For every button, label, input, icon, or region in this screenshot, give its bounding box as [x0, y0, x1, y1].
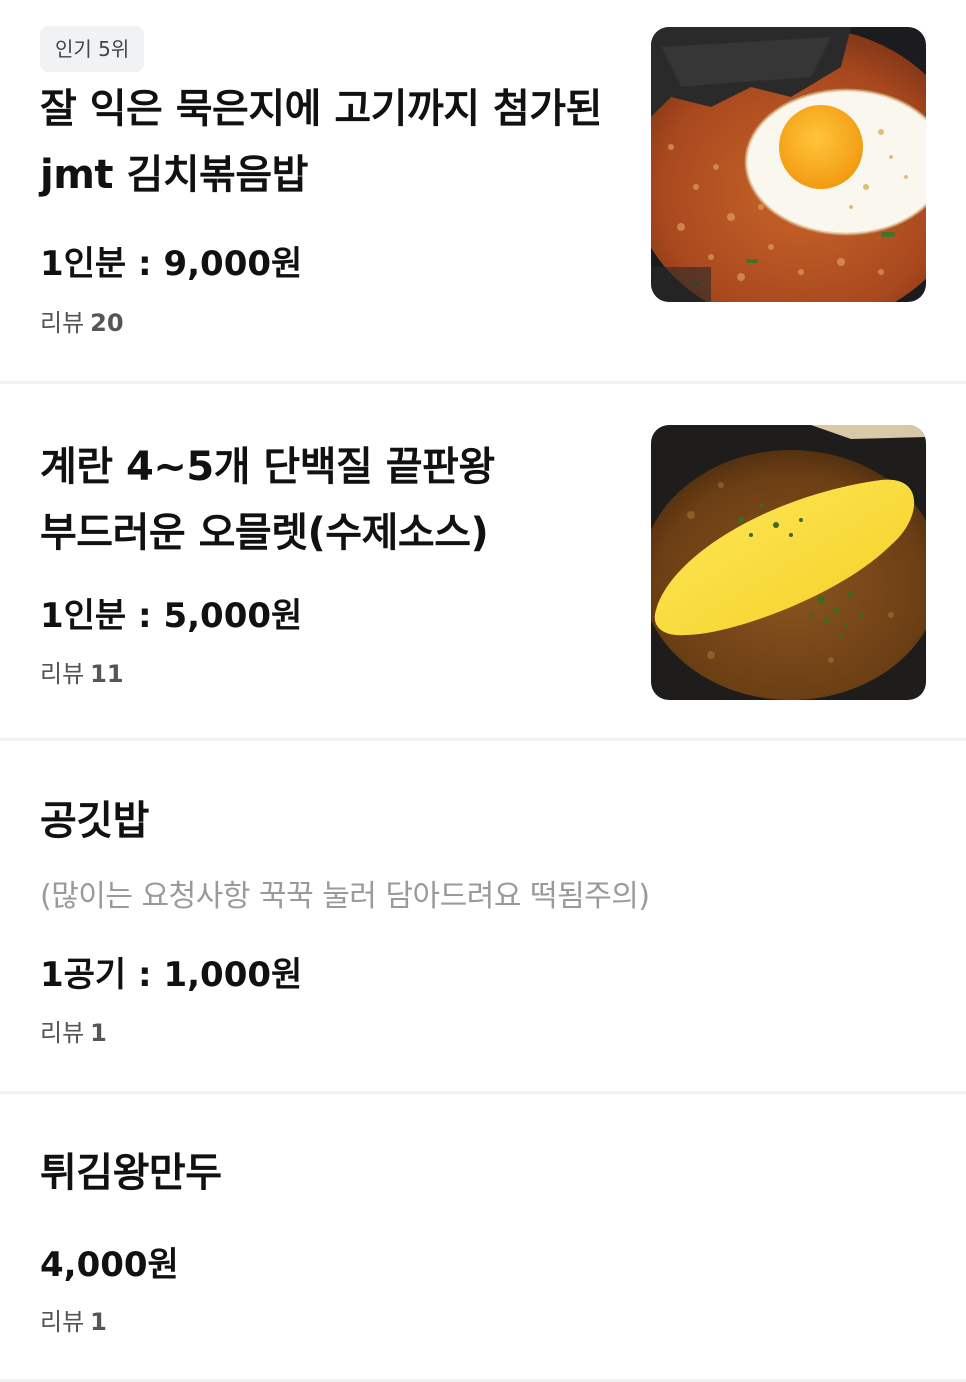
title-line-1: 공깃밥 — [40, 798, 149, 844]
omelette-curry-photo[interactable] — [651, 425, 926, 700]
popularity-badge: 인기 5위 — [40, 26, 145, 72]
menu-item-fried-dumpling[interactable]: 튀김왕만두 4,000원 리뷰 1 — [0, 1094, 966, 1382]
review-number: 1 — [90, 1019, 107, 1047]
review-count: 리뷰 1 — [40, 1013, 107, 1048]
menu-item-price: 1공기 : 1,000원 — [40, 955, 303, 995]
menu-item-kimchi-fried-rice[interactable]: 인기 5위 잘 익은 묵은지에 고기까지 첨가된 jmt 김치볶음밥 1인분 :… — [0, 0, 966, 384]
review-number: 20 — [90, 309, 124, 337]
title-line-2: jmt 김치볶음밥 — [40, 152, 308, 198]
review-number: 11 — [90, 660, 124, 688]
title-line-1: 계란 4~5개 단백질 끝판왕 — [40, 444, 495, 490]
title-line-2: 부드러운 오믈렛(수제소스) — [40, 510, 489, 556]
menu-item-description: (많이는 요청사항 꾹꾹 눌러 담아드려요 떡됨주의) — [40, 879, 650, 914]
menu-item-price: 4,000원 — [40, 1245, 179, 1285]
title-line-1: 튀김왕만두 — [40, 1150, 222, 1196]
review-label: 리뷰 — [40, 660, 85, 688]
review-label: 리뷰 — [40, 1308, 85, 1336]
review-count: 리뷰 20 — [40, 303, 124, 338]
menu-item-price: 1인분 : 5,000원 — [40, 596, 303, 636]
review-count: 리뷰 11 — [40, 654, 124, 689]
menu-item-title: 공깃밥 — [40, 788, 149, 854]
menu-item-title: 잘 익은 묵은지에 고기까지 첨가된 jmt 김치볶음밥 — [40, 76, 602, 208]
review-number: 1 — [90, 1308, 107, 1336]
menu-item-title: 계란 4~5개 단백질 끝판왕 부드러운 오믈렛(수제소스) — [40, 434, 495, 566]
title-line-1: 잘 익은 묵은지에 고기까지 첨가된 — [40, 86, 602, 132]
menu-item-price: 1인분 : 9,000원 — [40, 244, 303, 284]
review-label: 리뷰 — [40, 309, 85, 337]
menu-item-rice-bowl[interactable]: 공깃밥 (많이는 요청사항 꾹꾹 눌러 담아드려요 떡됨주의) 1공기 : 1,… — [0, 741, 966, 1094]
review-count: 리뷰 1 — [40, 1302, 107, 1337]
review-label: 리뷰 — [40, 1019, 85, 1047]
menu-item-title: 튀김왕만두 — [40, 1140, 222, 1206]
menu-item-omelette[interactable]: 계란 4~5개 단백질 끝판왕 부드러운 오믈렛(수제소스) 1인분 : 5,0… — [0, 384, 966, 741]
kimchi-fried-rice-photo[interactable] — [651, 27, 926, 302]
